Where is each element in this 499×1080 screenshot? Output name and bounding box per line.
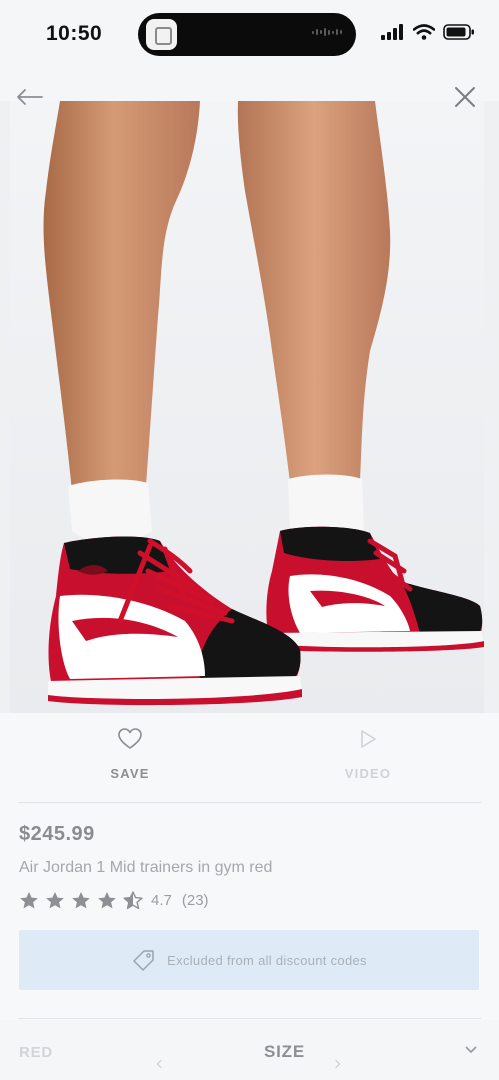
half-star-icon [123, 890, 143, 909]
video-button[interactable]: VIDEO [308, 727, 428, 781]
scroll-hint-right-icon [331, 1059, 341, 1069]
play-icon [361, 730, 376, 748]
arrow-left-icon [17, 89, 43, 105]
product-rating[interactable]: 4.7 (23) [19, 890, 209, 910]
product-selectors: RED SIZE [0, 1020, 499, 1080]
size-selector[interactable]: SIZE [264, 1042, 305, 1062]
scroll-hint-left-icon [156, 1059, 166, 1069]
star-icon [46, 891, 64, 908]
discount-text: Excluded from all discount codes [167, 952, 367, 968]
rating-value: 4.7 [151, 891, 172, 909]
tag-icon [133, 950, 154, 971]
close-icon [455, 87, 475, 107]
cellular-signal-icon [381, 24, 403, 40]
save-label: SAVE [110, 766, 150, 781]
product-price: $245.99 [19, 823, 95, 845]
status-bar: 10:50 [0, 0, 499, 70]
heart-icon [118, 728, 142, 749]
star-rating [19, 890, 143, 910]
star-icon [98, 891, 116, 908]
save-button[interactable]: SAVE [70, 727, 190, 781]
dynamic-island [138, 13, 356, 56]
product-image[interactable] [0, 101, 499, 713]
discount-notice: Excluded from all discount codes [19, 930, 479, 990]
status-time: 10:50 [46, 22, 103, 45]
battery-icon [443, 24, 474, 40]
system-icons [381, 24, 475, 40]
product-actions: SAVE VIDEO [0, 713, 499, 803]
product-info: $245.99 Air Jordan 1 Mid trainers in gym… [0, 803, 499, 1023]
video-label: VIDEO [344, 766, 392, 781]
colour-value: RED [19, 1044, 54, 1061]
island-app-icon [146, 19, 177, 50]
back-button[interactable] [14, 84, 44, 110]
star-icon [20, 891, 38, 908]
divider [18, 1018, 481, 1019]
close-button[interactable] [452, 84, 478, 110]
review-count: (23) [181, 891, 209, 909]
star-icon [72, 891, 90, 908]
wifi-icon [413, 24, 435, 40]
audio-wave-icon [312, 28, 342, 36]
chevron-down-icon[interactable] [465, 1046, 477, 1054]
product-title: Air Jordan 1 Mid trainers in gym red [19, 859, 273, 876]
